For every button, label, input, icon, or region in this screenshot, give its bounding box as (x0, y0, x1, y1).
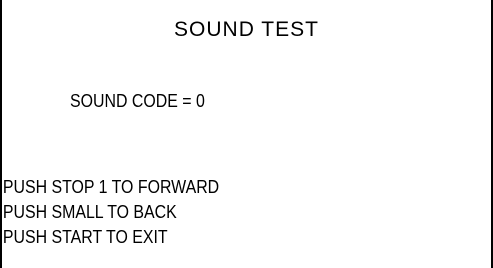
instruction-forward: PUSH STOP 1 TO FORWARD (2, 176, 220, 197)
instruction-exit: PUSH START TO EXIT (2, 226, 168, 247)
sound-test-screen: SOUND TEST SOUND CODE = 0 PUSH STOP 1 TO… (0, 0, 493, 268)
screen-title: SOUND TEST (174, 18, 319, 41)
instruction-list: PUSH STOP 1 TO FORWARD PUSH SMALL TO BAC… (2, 174, 255, 249)
sound-code-readout: SOUND CODE = 0 (70, 90, 205, 111)
instruction-back: PUSH SMALL TO BACK (2, 201, 177, 222)
